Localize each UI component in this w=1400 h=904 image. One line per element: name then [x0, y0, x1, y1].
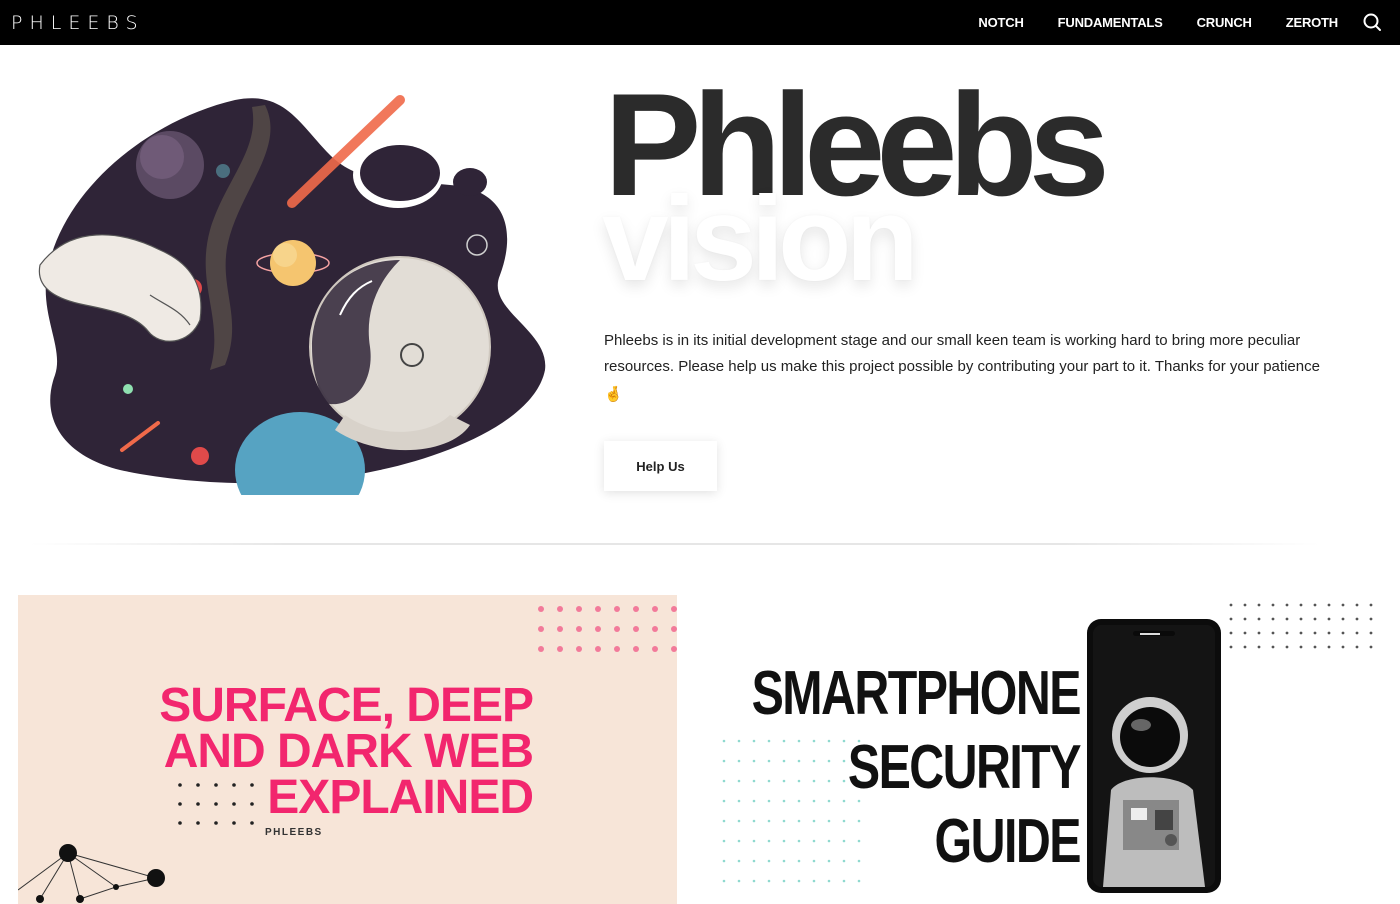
- nav-link-zeroth[interactable]: ZEROTH: [1286, 15, 1338, 30]
- pink-dot-grid: [538, 606, 677, 652]
- card-title-line: SURFACE, DEEP: [159, 679, 534, 732]
- card-title-line: AND DARK WEB: [163, 725, 534, 778]
- main-menu: NOTCH FUNDAMENTALS CRUNCH ZEROTH: [978, 0, 1338, 45]
- site-logo[interactable]: PHLEEBS: [11, 13, 145, 33]
- top-navbar: PHLEEBS NOTCH FUNDAMENTALS CRUNCH ZEROTH: [0, 0, 1400, 45]
- section-divider: [30, 543, 1320, 545]
- card-title-line: SECURITY: [847, 733, 1082, 802]
- space-astronaut-illustration: [38, 95, 546, 495]
- hero-description-text: Phleebs is in its initial development st…: [604, 332, 1320, 375]
- hero-subtitle: vision: [602, 172, 919, 306]
- card-title-dark-web: SURFACE, DEEP AND DARK WEB EXPLAINED: [159, 679, 534, 824]
- search-icon[interactable]: [1362, 12, 1382, 32]
- crossed-fingers-icon: 🤞: [604, 386, 623, 403]
- card-title-smartphone: SMARTPHONE SECURITY GUIDE: [751, 657, 1082, 879]
- hero-description: Phleebs is in its initial development st…: [604, 328, 1374, 408]
- card-title-line: GUIDE: [934, 807, 1082, 876]
- nav-link-fundamentals[interactable]: FUNDAMENTALS: [1058, 15, 1163, 30]
- nav-link-notch[interactable]: NOTCH: [978, 15, 1023, 30]
- astronaut-image: [1093, 625, 1215, 887]
- card-brand-label: PHLEEBS: [265, 827, 323, 838]
- gray-dot-grid: [1229, 603, 1373, 649]
- article-card-smartphone-security[interactable]: SMARTPHONE SECURITY GUIDE: [718, 595, 1388, 904]
- card-title-line: EXPLAINED: [267, 771, 534, 824]
- article-card-dark-web[interactable]: SURFACE, DEEP AND DARK WEB EXPLAINED PHL…: [18, 595, 677, 904]
- help-us-button[interactable]: Help Us: [604, 441, 717, 491]
- card-title-line: SMARTPHONE: [751, 659, 1082, 728]
- smartphone-image: [1087, 619, 1221, 893]
- phone-screen: [1093, 625, 1215, 887]
- nav-link-crunch[interactable]: CRUNCH: [1197, 15, 1252, 30]
- network-graph-icon: [18, 844, 165, 903]
